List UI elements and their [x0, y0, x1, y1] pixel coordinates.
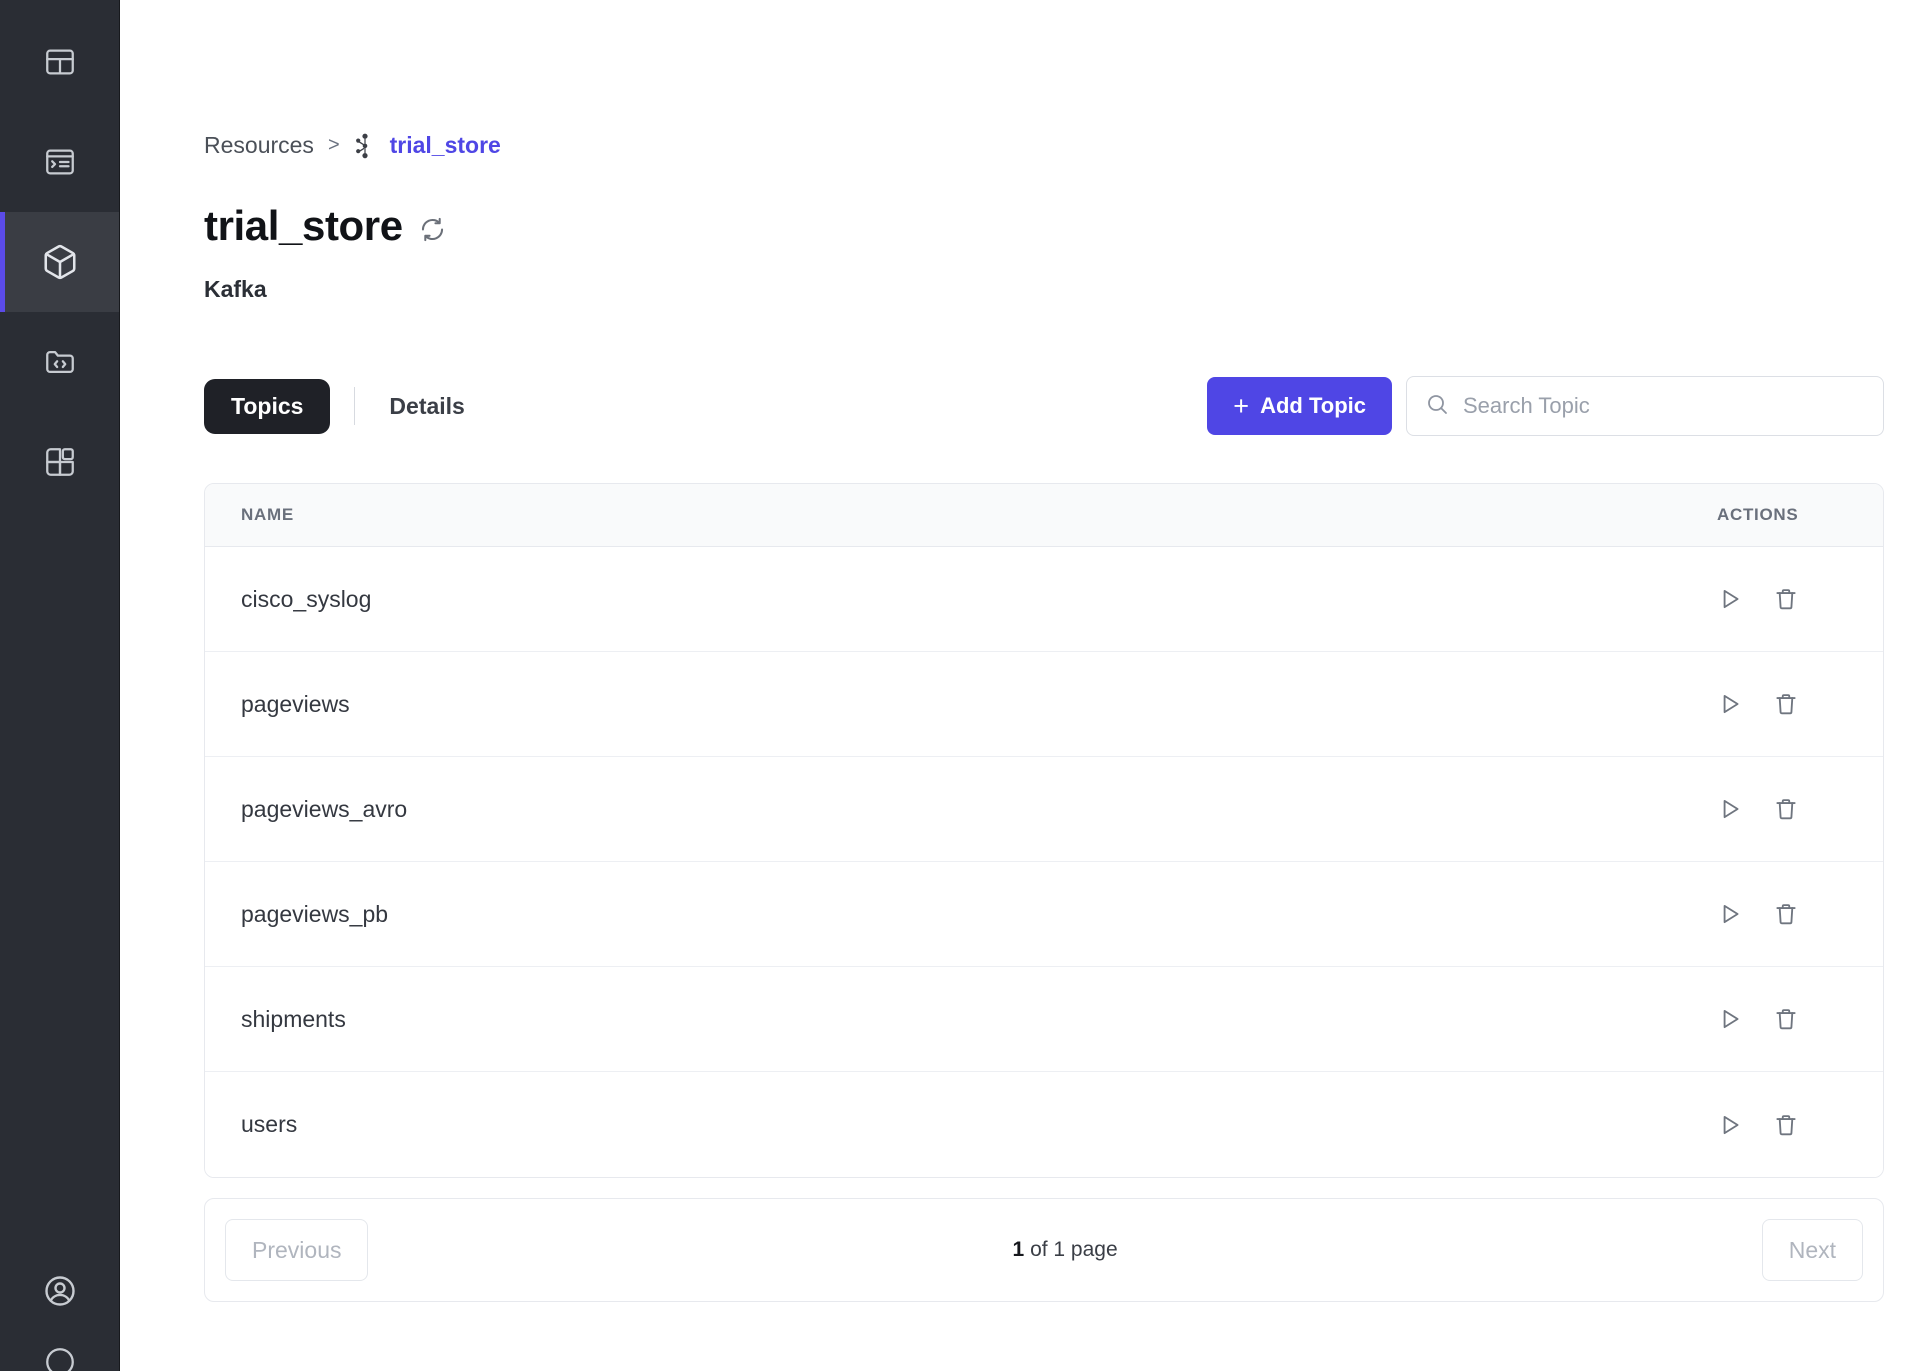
row-actions: [1717, 796, 1847, 822]
partial-icon: [45, 1348, 74, 1371]
trash-icon[interactable]: [1773, 586, 1799, 612]
column-header-name: NAME: [241, 505, 294, 524]
chevron-right-icon: >: [327, 134, 340, 156]
topic-name: pageviews_avro: [241, 795, 408, 822]
table-row[interactable]: pageviews: [205, 652, 1883, 757]
folder-code-icon: [43, 345, 77, 379]
pagination: Previous 1 of 1 page Next: [204, 1198, 1884, 1302]
toolbar: Topics Details + Add Topic: [204, 376, 1884, 436]
toolbar-actions: + Add Topic: [1207, 376, 1884, 436]
topics-table: NAME ACTIONS cisco_syslog pageviews pagevi…: [204, 483, 1884, 1178]
play-icon[interactable]: [1717, 691, 1743, 717]
tab-details[interactable]: Details: [379, 379, 474, 434]
add-topic-button[interactable]: + Add Topic: [1207, 377, 1392, 435]
plus-icon: +: [1233, 390, 1250, 421]
row-actions: [1717, 1006, 1847, 1032]
table-header-row: NAME ACTIONS: [205, 484, 1883, 547]
kafka-icon: [354, 133, 376, 159]
column-header-actions: ACTIONS: [1717, 505, 1799, 524]
topic-name: users: [241, 1111, 298, 1137]
sidebar-item-plugins[interactable]: [0, 412, 119, 512]
trash-icon[interactable]: [1773, 901, 1799, 927]
add-topic-label: Add Topic: [1260, 393, 1366, 418]
sidebar-item-account[interactable]: [0, 1245, 119, 1345]
page-title-row: trial_store: [204, 202, 1884, 250]
refresh-icon[interactable]: [419, 210, 446, 243]
search-topic-field[interactable]: [1406, 376, 1884, 436]
table-row[interactable]: cisco_syslog: [205, 547, 1883, 652]
row-actions: [1717, 901, 1847, 927]
sidebar-item-console[interactable]: [0, 112, 119, 212]
play-icon[interactable]: [1717, 901, 1743, 927]
previous-page-button[interactable]: Previous: [225, 1219, 369, 1281]
tab-list: Topics Details: [204, 378, 475, 434]
table-row[interactable]: pageviews_avro: [205, 757, 1883, 862]
page-status-suffix: of 1 page: [1030, 1238, 1118, 1261]
sidebar: [0, 0, 120, 1371]
play-icon[interactable]: [1717, 586, 1743, 612]
trash-icon[interactable]: [1773, 796, 1799, 822]
search-input[interactable]: [1463, 393, 1865, 419]
sidebar-item-resources[interactable]: [0, 212, 119, 312]
play-icon[interactable]: [1717, 1006, 1743, 1032]
table-row[interactable]: pageviews_pb: [205, 862, 1883, 967]
cube-icon: [41, 243, 79, 281]
topic-name: shipments: [241, 1005, 346, 1032]
app-root: Resources > trial_store trial_store Kafk…: [0, 0, 1920, 1371]
trash-icon[interactable]: [1773, 1006, 1799, 1032]
trash-icon[interactable]: [1773, 691, 1799, 717]
current-page-number: 1: [1012, 1238, 1025, 1261]
row-actions: [1717, 1112, 1847, 1138]
table-body: cisco_syslog pageviews pageviews_avropagev…: [205, 547, 1883, 1177]
play-icon[interactable]: [1717, 1112, 1743, 1138]
user-circle-icon: [42, 1273, 78, 1309]
page-status: 1 of 1 page: [368, 1238, 1761, 1262]
tab-divider: [354, 387, 356, 425]
sidebar-item-dashboard[interactable]: [0, 12, 119, 112]
next-page-button[interactable]: Next: [1761, 1219, 1863, 1281]
main-content: Resources > trial_store trial_store Kafk…: [120, 0, 1920, 1371]
layout-dashboard-icon: [43, 45, 77, 79]
blocks-icon: [43, 445, 77, 479]
table-row[interactable]: shipments: [205, 967, 1883, 1072]
breadcrumb: Resources > trial_store: [204, 0, 1884, 159]
topic-name: cisco_syslog: [241, 585, 372, 612]
sidebar-item-overflow[interactable]: [0, 1345, 119, 1371]
trash-icon[interactable]: [1773, 1112, 1799, 1138]
table-row[interactable]: users: [205, 1072, 1883, 1177]
sidebar-top-spacer: [0, 0, 119, 12]
tab-topics[interactable]: Topics: [204, 378, 331, 434]
content-wrapper: Resources > trial_store trial_store Kafk…: [120, 0, 1920, 1302]
page-title: trial_store: [204, 202, 403, 249]
resource-type-label: Kafka: [204, 276, 267, 302]
breadcrumb-root[interactable]: Resources: [204, 132, 314, 159]
play-icon[interactable]: [1717, 796, 1743, 822]
row-actions: [1717, 586, 1847, 612]
sidebar-item-code-folder[interactable]: [0, 312, 119, 412]
breadcrumb-leaf[interactable]: trial_store: [390, 132, 501, 159]
topic-name: pageviews_pb: [241, 900, 389, 927]
topic-name: pageviews: [241, 690, 350, 717]
row-actions: [1717, 691, 1847, 717]
terminal-window-icon: [43, 145, 77, 179]
search-icon: [1425, 392, 1449, 421]
